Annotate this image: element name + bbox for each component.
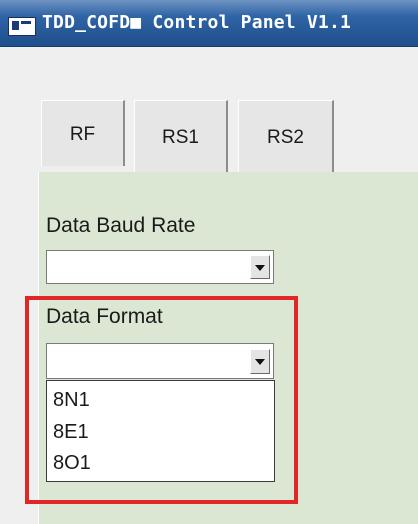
tab-rf[interactable]: RF	[41, 100, 125, 166]
data-baud-rate-label: Data Baud Rate	[46, 214, 196, 237]
title-bar: TDD_COFD■ Control Panel V1.1	[0, 0, 418, 47]
tab-label: RF	[69, 123, 96, 145]
tab-label: RS1	[162, 126, 199, 148]
tab-label: RS2	[267, 126, 304, 148]
data-baud-rate-dropdown-button[interactable]	[250, 255, 270, 279]
window-title: TDD_COFD■ Control Panel V1.1	[42, 12, 352, 33]
chevron-down-icon	[255, 265, 265, 271]
tab-rs2[interactable]: RS2	[238, 100, 334, 172]
data-baud-rate-select[interactable]	[46, 250, 274, 284]
app-window-icon	[8, 17, 36, 36]
tab-rs1[interactable]: RS1	[134, 100, 228, 172]
highlight-annotation-box	[25, 296, 298, 504]
